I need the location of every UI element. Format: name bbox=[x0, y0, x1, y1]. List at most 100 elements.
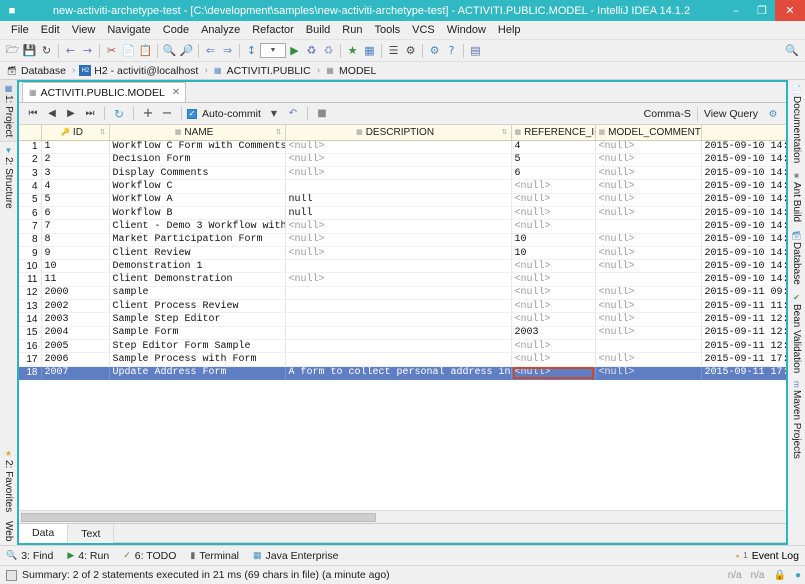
cell-id[interactable]: 9 bbox=[41, 246, 109, 259]
cell-description[interactable] bbox=[285, 180, 511, 193]
cell-description[interactable]: <null> bbox=[285, 233, 511, 246]
undo-icon[interactable]: ← bbox=[62, 42, 79, 60]
column-header-reference-id[interactable]: ▦ REFERENCE_ID ⇅ bbox=[511, 125, 595, 140]
settings-icon[interactable]: ⚙ bbox=[426, 42, 443, 60]
cell-reference_id[interactable]: 6 bbox=[511, 167, 595, 180]
cell-description[interactable]: null bbox=[285, 193, 511, 206]
cell-model_comment[interactable]: <null> bbox=[595, 193, 701, 206]
tab-activiti-public-model[interactable]: ▦ ACTIVITI.PUBLIC.MODEL ✕ bbox=[22, 82, 186, 102]
cell-created[interactable]: 2015-09-11 12:22:09.6210 bbox=[701, 339, 786, 352]
cell-description[interactable] bbox=[285, 353, 511, 366]
cell-description[interactable] bbox=[285, 313, 511, 326]
app-server-icon[interactable]: ☰ bbox=[385, 42, 402, 60]
cancel-query-icon[interactable]: ■ bbox=[313, 105, 331, 123]
cell-id[interactable]: 2003 bbox=[41, 313, 109, 326]
cell-model_comment[interactable] bbox=[595, 273, 701, 286]
cell-reference_id[interactable]: 5 bbox=[511, 153, 595, 166]
table-row[interactable]: 99Client Review<null>10<null>2015-09-10 … bbox=[19, 246, 786, 259]
breadcrumb-item-table[interactable]: ▦ MODEL bbox=[324, 65, 376, 77]
delete-row-icon[interactable]: − bbox=[158, 105, 176, 123]
cell-name[interactable]: Market Participation Form bbox=[109, 233, 285, 246]
tool-window-todo[interactable]: ✓ 6: TODO bbox=[123, 550, 176, 562]
menu-code[interactable]: Code bbox=[157, 23, 195, 37]
cell-model_comment[interactable]: <null> bbox=[595, 233, 701, 246]
cell-model_comment[interactable]: <null> bbox=[595, 180, 701, 193]
table-row[interactable]: 172006Sample Process with Form<null><nul… bbox=[19, 353, 786, 366]
copy-icon[interactable]: 📄 bbox=[120, 42, 137, 60]
cell-id[interactable]: 2006 bbox=[41, 353, 109, 366]
cell-id[interactable]: 5 bbox=[41, 193, 109, 206]
menu-refactor[interactable]: Refactor bbox=[246, 23, 300, 37]
cell-name[interactable]: Sample Process with Form bbox=[109, 353, 285, 366]
inspection-icon[interactable]: ● bbox=[795, 570, 801, 581]
compile-icon[interactable]: ↕ bbox=[243, 42, 260, 60]
event-log-area[interactable]: ▪ 1 Event Log bbox=[736, 550, 799, 562]
sidebar-item-project[interactable]: ▦ 1: Project bbox=[0, 80, 17, 142]
run-coverage-icon[interactable]: ♻ bbox=[320, 42, 337, 60]
cell-created[interactable]: 2015-09-10 14:15:44.2360 bbox=[701, 167, 786, 180]
column-header-created[interactable]: ▦ CREATED (yyyy-MM-dd HH:mm:ss) bbox=[701, 125, 786, 140]
cell-created[interactable]: 2015-09-10 14:15:44.2660 bbox=[701, 180, 786, 193]
cell-created[interactable]: 2015-09-11 12:17:08.9950 bbox=[701, 326, 786, 339]
cell-id[interactable]: 2 bbox=[41, 153, 109, 166]
cell-model_comment[interactable]: <null> bbox=[595, 153, 701, 166]
cell-reference_id[interactable]: 4 bbox=[511, 140, 595, 153]
run-configuration-combo[interactable]: ▼ bbox=[260, 43, 286, 58]
previous-row-icon[interactable]: ◀ bbox=[43, 105, 61, 123]
tool-window-run[interactable]: ▶ 4: Run bbox=[67, 550, 109, 562]
find-icon[interactable]: 🔍 bbox=[161, 42, 178, 60]
cell-id[interactable]: 10 bbox=[41, 260, 109, 273]
column-header-name[interactable]: ▦ NAME ⇅ bbox=[109, 125, 285, 140]
tool-window-find[interactable]: 🔍 3: Find bbox=[6, 550, 53, 562]
cell-model_comment[interactable] bbox=[595, 220, 701, 233]
sidebar-item-favorites[interactable]: ★ 2: Favorites bbox=[0, 445, 17, 516]
open-folder-icon[interactable]: 🗁 bbox=[4, 42, 21, 60]
gear-icon[interactable]: ⚙ bbox=[764, 105, 782, 123]
cell-created[interactable]: 2015-09-10 14:16:24.4200 bbox=[701, 246, 786, 259]
cell-created[interactable]: 2015-09-11 17:39:54.7130 bbox=[701, 353, 786, 366]
cell-name[interactable]: Workflow C bbox=[109, 180, 285, 193]
cell-name[interactable]: Workflow A bbox=[109, 193, 285, 206]
cell-reference_id[interactable]: <null> bbox=[511, 300, 595, 313]
table-row[interactable]: 55Workflow Anull<null><null>2015-09-10 1… bbox=[19, 193, 786, 206]
column-header-id[interactable]: 🔑 ID ⇅ bbox=[41, 125, 109, 140]
cell-created[interactable]: 2015-09-10 14:15:44.2080 bbox=[701, 153, 786, 166]
cell-name[interactable]: Decision Form bbox=[109, 153, 285, 166]
result-grid[interactable]: 🔑 ID ⇅ ▦ NAME bbox=[19, 125, 786, 510]
cell-name[interactable]: Display Comments bbox=[109, 167, 285, 180]
cell-model_comment[interactable]: <null> bbox=[595, 300, 701, 313]
table-row[interactable]: 162005Step Editor Form Sample<null>2015-… bbox=[19, 339, 786, 352]
menu-run[interactable]: Run bbox=[336, 23, 368, 37]
tab-data[interactable]: Data bbox=[19, 524, 68, 543]
cell-description[interactable]: <null> bbox=[285, 273, 511, 286]
cell-model_comment[interactable]: <null> bbox=[595, 366, 701, 379]
next-row-icon[interactable]: ▶ bbox=[62, 105, 80, 123]
cell-name[interactable]: sample bbox=[109, 286, 285, 299]
column-header-description[interactable]: ▦ DESCRIPTION ⇅ bbox=[285, 125, 511, 140]
table-row[interactable]: 22Decision Form<null>5<null>2015-09-10 1… bbox=[19, 153, 786, 166]
table-row[interactable]: 77Client - Demo 3 Workflow with Sub Proc… bbox=[19, 220, 786, 233]
sort-indicator-icon[interactable]: ⇅ bbox=[100, 128, 106, 136]
table-row[interactable]: 44Workflow C<null><null>2015-09-10 14:15… bbox=[19, 180, 786, 193]
table-row[interactable]: 88Market Participation Form<null>10<null… bbox=[19, 233, 786, 246]
tab-text[interactable]: Text bbox=[68, 524, 114, 543]
cell-model_comment[interactable]: <null> bbox=[595, 326, 701, 339]
cell-created[interactable]: 2015-09-10 14:16:24.7950 bbox=[701, 273, 786, 286]
tool-window-terminal[interactable]: ▮ Terminal bbox=[190, 550, 239, 562]
cell-created[interactable]: 2015-09-10 14:15:44.0500 bbox=[701, 140, 786, 153]
back-icon[interactable]: ⇐ bbox=[202, 42, 219, 60]
cell-description[interactable] bbox=[285, 300, 511, 313]
project-structure-icon[interactable]: ▤ bbox=[467, 42, 484, 60]
cell-description[interactable]: <null> bbox=[285, 246, 511, 259]
cell-id[interactable]: 4 bbox=[41, 180, 109, 193]
menu-build[interactable]: Build bbox=[300, 23, 336, 37]
last-row-icon[interactable]: ⏭ bbox=[81, 105, 99, 123]
cell-reference_id[interactable]: <null> bbox=[511, 260, 595, 273]
cell-created[interactable]: 2015-09-11 17:43:50.4970 bbox=[701, 366, 786, 379]
menu-tools[interactable]: Tools bbox=[368, 23, 406, 37]
sidebar-item-structure[interactable]: ▼ 2: Structure bbox=[0, 142, 17, 213]
cell-model_comment[interactable] bbox=[595, 339, 701, 352]
table-row[interactable]: 132002Client Process Review<null><null>2… bbox=[19, 300, 786, 313]
first-row-icon[interactable]: ⏮ bbox=[24, 105, 42, 123]
cell-model_comment[interactable]: <null> bbox=[595, 140, 701, 153]
